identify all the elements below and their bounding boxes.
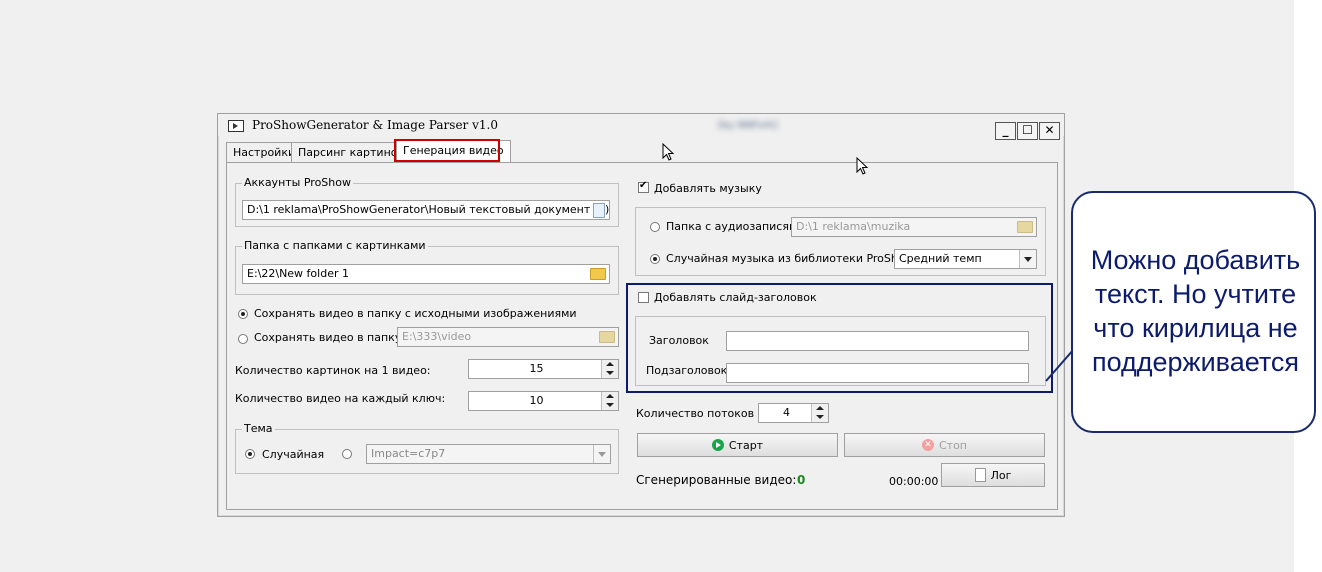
callout-text: Можно добавить текст. Но учтите что кири… [1090,245,1301,377]
theme-group: Тема Случайная Impact=c7p7 [235,422,619,474]
threads-spinner[interactable]: 4 [758,403,829,423]
generated-videos-label: Сгенерированные видео: [636,473,797,487]
theme-select-value: Impact=c7p7 [371,447,446,460]
images-folder-group: Папка с папками с картинками E:\22\New f… [235,239,619,295]
tempo-select-value: Средний темп [899,252,982,265]
mouse-pointer-icon [662,143,675,161]
audio-folder-field[interactable]: D:\1 reklama\muzika [791,217,1037,237]
chevron-down-icon[interactable] [1019,250,1036,268]
threads-label: Количество потоков [636,407,755,420]
log-icon [974,468,986,482]
add-music-label: Добавлять музыку [654,182,762,195]
folder-icon[interactable] [1017,221,1033,233]
images-per-video-value: 15 [529,362,544,375]
save-folder-value: E:\333\video [402,330,472,343]
accounts-path-value: D:\1 reklama\ProShowGenerator\Новый текс… [247,203,610,216]
spin-down-icon[interactable] [602,369,618,378]
title-slide-highlight [626,283,1053,393]
start-button[interactable]: Старт [637,433,838,457]
audio-folder-radio[interactable] [650,222,660,232]
save-with-source-label: Сохранять видео в папку с исходными изоб… [254,307,577,320]
audio-folder-label: Папка с аудиозаписями [666,220,805,233]
generated-videos-count: 0 [797,473,806,487]
save-folder-field[interactable]: E:\333\video [397,327,619,347]
save-to-folder-label: Сохранять видео в папку [254,331,402,344]
theme-custom-radio[interactable] [342,449,352,459]
play-icon [711,439,724,451]
images-per-video-spinner[interactable]: 15 [468,359,619,379]
chevron-down-icon[interactable] [593,445,610,463]
stop-button[interactable]: ✕ Стоп [844,433,1045,457]
theme-random-label: Случайная [262,448,325,461]
accounts-path-field[interactable]: D:\1 reklama\ProShowGenerator\Новый текс… [242,200,610,220]
threads-value: 4 [783,406,790,419]
window-title: ProShowGenerator & Image Parser v1.0 [252,118,498,132]
add-music-checkbox[interactable] [638,180,649,193]
theme-random-radio[interactable] [245,449,255,459]
theme-select[interactable]: Impact=c7p7 [366,444,611,464]
folder-icon[interactable] [599,331,615,343]
annotation-callout: Можно добавить текст. Но учтите что кири… [1071,191,1316,433]
accounts-group: Аккаунты ProShow D:\1 reklama\ProShowGen… [235,176,619,227]
start-button-label: Старт [728,438,764,452]
save-to-folder-radio[interactable] [238,334,248,344]
music-group: Папка с аудиозаписями D:\1 reklama\muzik… [635,207,1046,276]
file-icon[interactable] [593,203,605,218]
minimize-button[interactable]: _ [995,122,1016,140]
tab-highlight-frame [394,139,500,162]
close-button[interactable]: ✕ [1039,122,1060,140]
title-bar: ProShowGenerator & Image Parser v1.0 [by… [218,114,1064,140]
accounts-group-label: Аккаунты ProShow [242,176,353,189]
theme-group-label: Тема [242,422,275,435]
images-folder-group-label: Папка с папками с картинками [242,239,428,252]
images-per-video-label: Количество картинок на 1 видео: [235,364,431,377]
mouse-pointer-icon [856,157,869,175]
maximize-button[interactable]: ☐ [1017,122,1038,140]
stop-button-label: Стоп [938,438,967,452]
images-folder-value: E:\22\New folder 1 [247,267,349,280]
random-music-label: Случайная музыка из библиотеки ProShow [666,252,914,265]
log-button[interactable]: Лог [941,463,1045,487]
app-icon [228,120,244,132]
videos-per-key-label: Количество видео на каждый ключ: [235,392,446,405]
tempo-select[interactable]: Средний темп [894,249,1037,269]
images-folder-field[interactable]: E:\22\New folder 1 [242,264,610,284]
videos-per-key-spinner[interactable]: 10 [468,391,619,411]
spin-down-icon[interactable] [602,401,618,410]
spin-down-icon[interactable] [812,413,828,422]
log-button-label: Лог [990,468,1012,482]
folder-icon[interactable] [590,268,606,280]
audio-folder-value: D:\1 reklama\muzika [796,220,911,233]
save-with-source-radio[interactable] [238,309,248,319]
videos-per-key-value: 10 [529,394,544,407]
blurred-title-text: [by NNFork] [718,120,778,131]
elapsed-time: 00:00:00 [889,475,939,488]
random-music-radio[interactable] [650,254,660,264]
stop-icon: ✕ [921,439,934,451]
